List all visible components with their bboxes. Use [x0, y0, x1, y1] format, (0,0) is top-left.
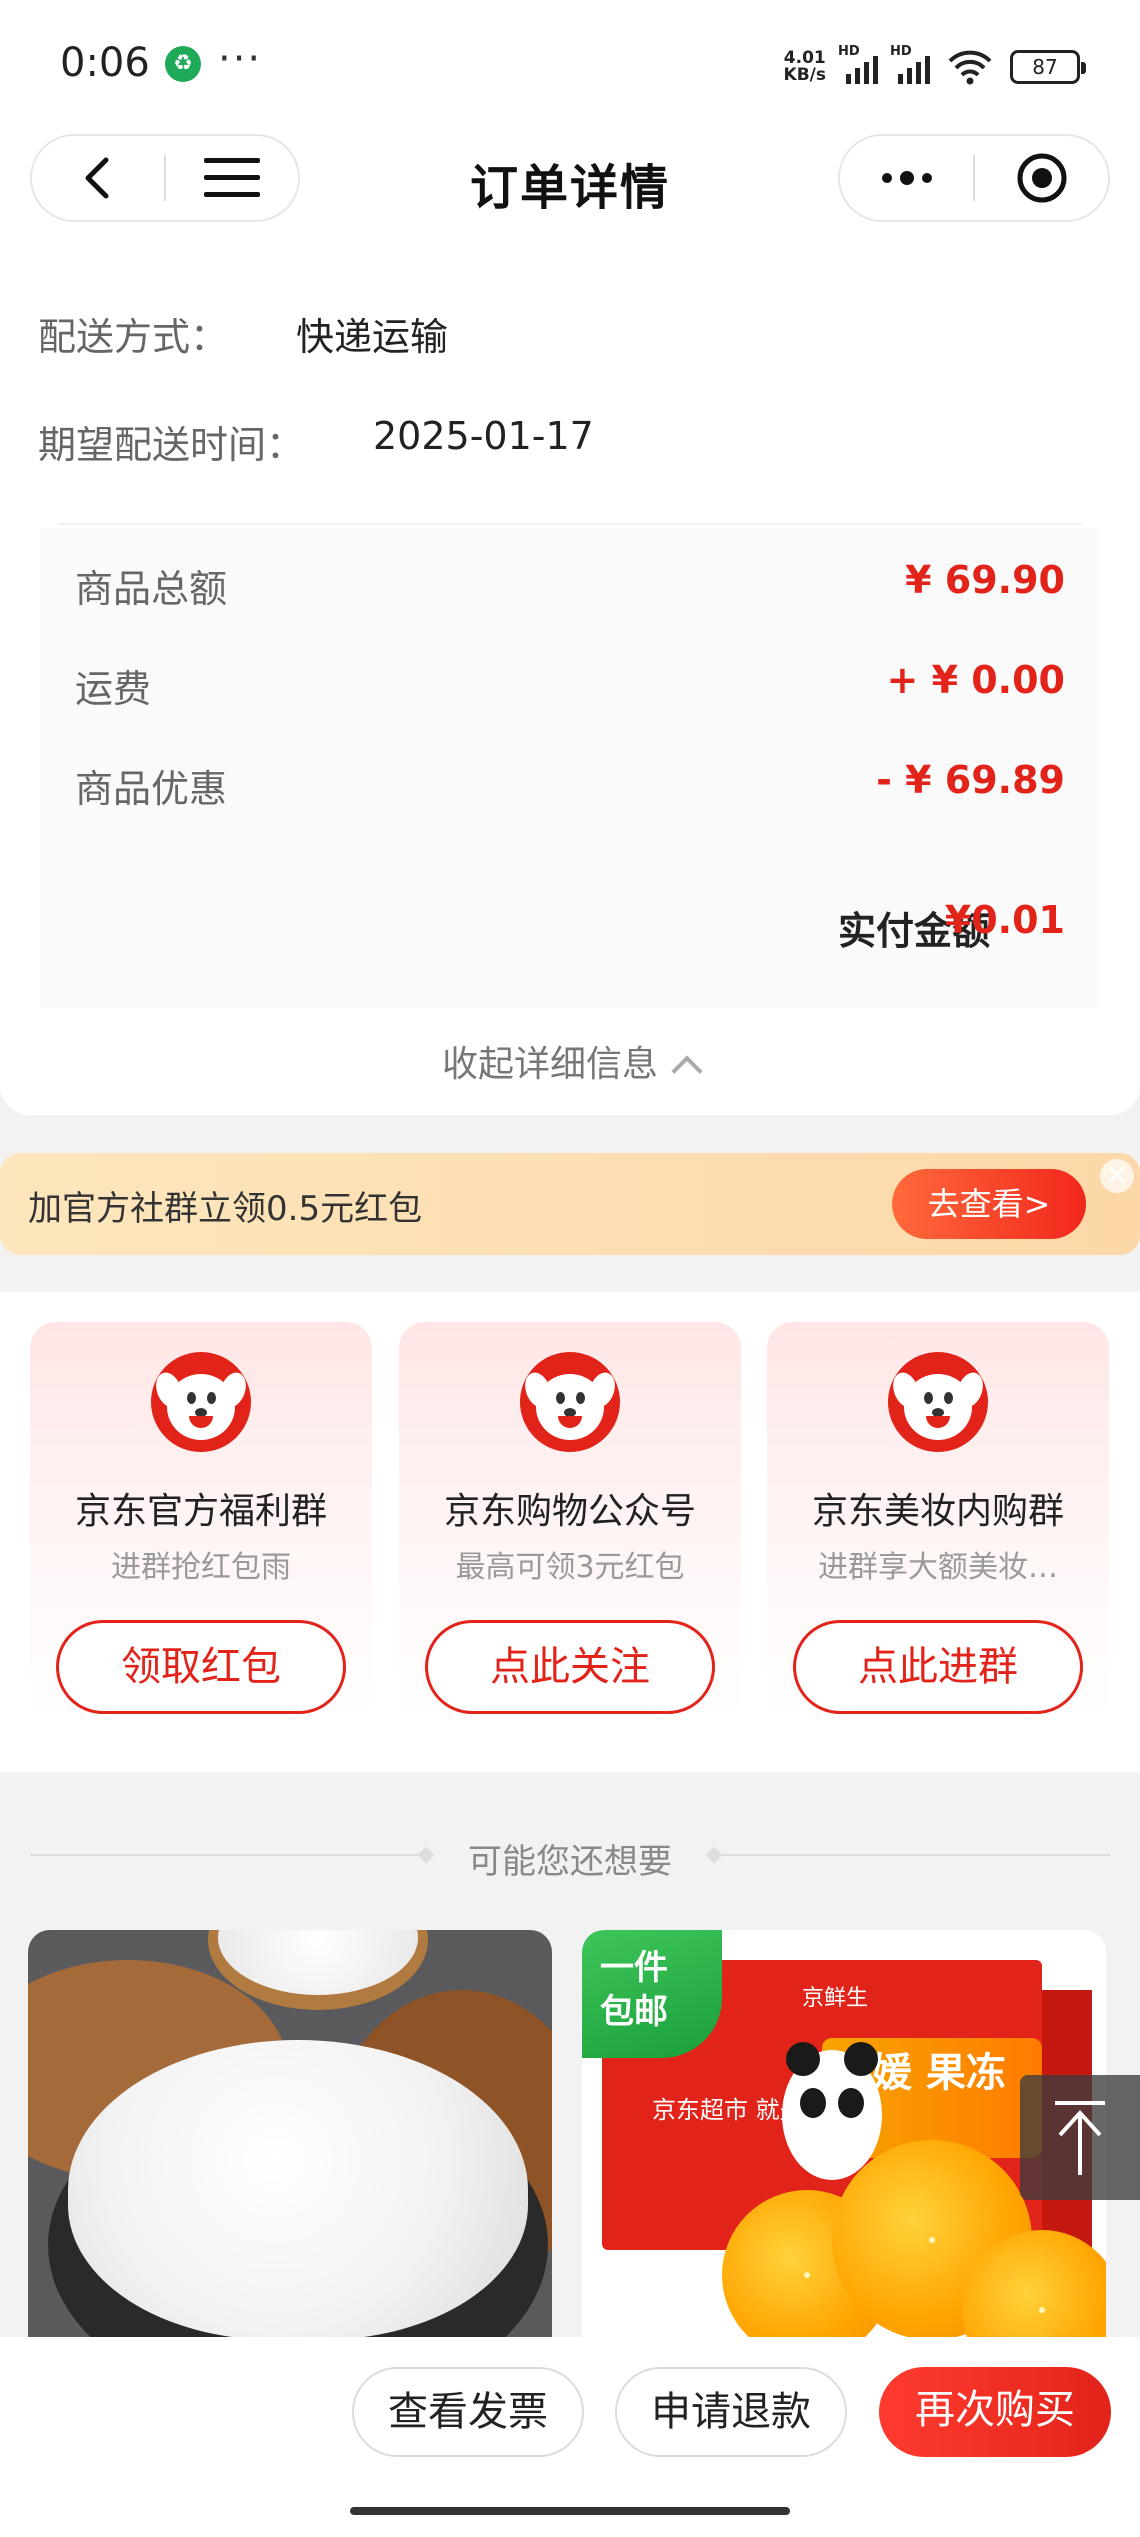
expected-time-label: 期望配送时间：	[38, 423, 305, 467]
product-card-rice[interactable]	[28, 1930, 552, 2350]
community-card-title: 京东购物公众号	[443, 1491, 696, 1532]
community-card-subtitle: 进群抢红包雨	[111, 1550, 291, 1585]
close-icon[interactable]: ×	[1100, 1159, 1134, 1193]
shipping-fee-value: + ¥ 0.00	[886, 658, 1066, 702]
recommendation-title: 可能您还想要	[468, 1842, 672, 1882]
buy-again-button[interactable]: 再次购买	[879, 2367, 1111, 2457]
section-divider	[58, 523, 1082, 525]
more-notifications-icon: ···	[218, 36, 263, 82]
discount-value: - ¥ 69.89	[876, 758, 1065, 802]
community-card[interactable]: 京东美妆内购群 进群享大额美妆… 点此进群	[767, 1322, 1109, 1722]
free-shipping-line1: 一件	[600, 1948, 668, 1988]
status-time: 0:06	[60, 40, 150, 86]
home-indicator[interactable]	[350, 2507, 790, 2515]
wifi-icon	[948, 50, 992, 85]
signal-1-icon: HD	[838, 44, 878, 84]
community-section: 京东官方福利群 进群抢红包雨 领取红包 京东购物公众号 最高可领3元红包 点此关…	[0, 1292, 1140, 1772]
hd-label: HD	[890, 44, 912, 59]
panda-mascot-icon	[782, 2042, 882, 2180]
nav-capsule-right	[838, 134, 1110, 222]
collapse-details-button[interactable]: 收起详细信息	[0, 1035, 1140, 1087]
battery-icon: 87	[1010, 50, 1086, 84]
delivery-method-value: 快递运输	[296, 315, 449, 359]
order-detail-card: 配送方式： 快递运输 期望配送时间： 2025-01-17 商品总额 ¥ 69.…	[0, 250, 1140, 1115]
network-speed-unit: KB/s	[783, 65, 826, 85]
network-speed: 4.01 KB/s	[784, 50, 826, 84]
status-indicators: 4.01 KB/s HD HD 87	[784, 44, 1086, 90]
jd-mascot-icon	[520, 1352, 620, 1452]
community-card-subtitle: 进群享大额美妆…	[818, 1550, 1058, 1585]
free-shipping-tag: 一件 包邮	[582, 1930, 722, 2058]
recommendation-header: 可能您还想要	[0, 1820, 1140, 1890]
community-card-subtitle: 最高可领3元红包	[455, 1550, 685, 1585]
title-bar: 订单详情	[0, 130, 1140, 250]
banner-view-button[interactable]: 去查看>	[892, 1169, 1086, 1239]
chevron-up-icon	[671, 1055, 703, 1087]
bottom-action-bar: 查看发票 申请退款 再次购买	[0, 2337, 1140, 2537]
delivery-method-label: 配送方式：	[38, 315, 229, 359]
more-dots-icon	[881, 171, 932, 185]
free-shipping-line2: 包邮	[600, 1992, 668, 2032]
app-notification-icon: ♻	[165, 46, 201, 82]
target-circle-icon	[1017, 153, 1066, 203]
follow-button[interactable]: 点此关注	[425, 1620, 715, 1714]
expected-time-value: 2025-01-17	[373, 414, 594, 458]
box-brand: 京鲜生	[802, 1986, 869, 2011]
more-button[interactable]	[840, 136, 973, 220]
collapse-details-label: 收起详细信息	[441, 1044, 658, 1085]
hd-label: HD	[838, 44, 860, 59]
box-footer: 京东超市	[632, 2256, 721, 2281]
join-group-button[interactable]: 点此进群	[793, 1620, 1083, 1714]
divider-line	[715, 1854, 1110, 1856]
goods-total-label: 商品总额	[75, 567, 228, 611]
community-card[interactable]: 京东官方福利群 进群抢红包雨 领取红包	[30, 1322, 372, 1722]
signal-2-icon: HD	[890, 44, 930, 84]
request-refund-button[interactable]: 申请退款	[615, 2367, 847, 2457]
claim-red-packet-button[interactable]: 领取红包	[56, 1620, 346, 1714]
jd-mascot-icon	[888, 1352, 988, 1452]
jd-mascot-icon	[151, 1352, 251, 1452]
discount-label: 商品优惠	[75, 767, 228, 811]
paid-amount-value: ¥0.01	[944, 898, 1065, 942]
community-card-title: 京东官方福利群	[74, 1491, 327, 1532]
arrow-up-icon	[1055, 2101, 1105, 2175]
view-invoice-button[interactable]: 查看发票	[352, 2367, 584, 2457]
banner-text: 加官方社群立领0.5元红包	[28, 1189, 423, 1229]
shipping-fee-label: 运费	[75, 667, 152, 711]
community-card-title: 京东美妆内购群	[811, 1491, 1064, 1532]
goods-total-value: ¥ 69.90	[905, 558, 1065, 602]
status-bar: 0:06 ♻ ··· 4.01 KB/s HD HD 87	[0, 0, 1140, 130]
community-banner[interactable]: 加官方社群立领0.5元红包 去查看> ×	[0, 1153, 1140, 1255]
close-miniprogram-button[interactable]	[975, 136, 1108, 220]
community-card[interactable]: 京东购物公众号 最高可领3元红包 点此关注	[399, 1322, 741, 1722]
back-to-top-button[interactable]	[1020, 2075, 1140, 2200]
